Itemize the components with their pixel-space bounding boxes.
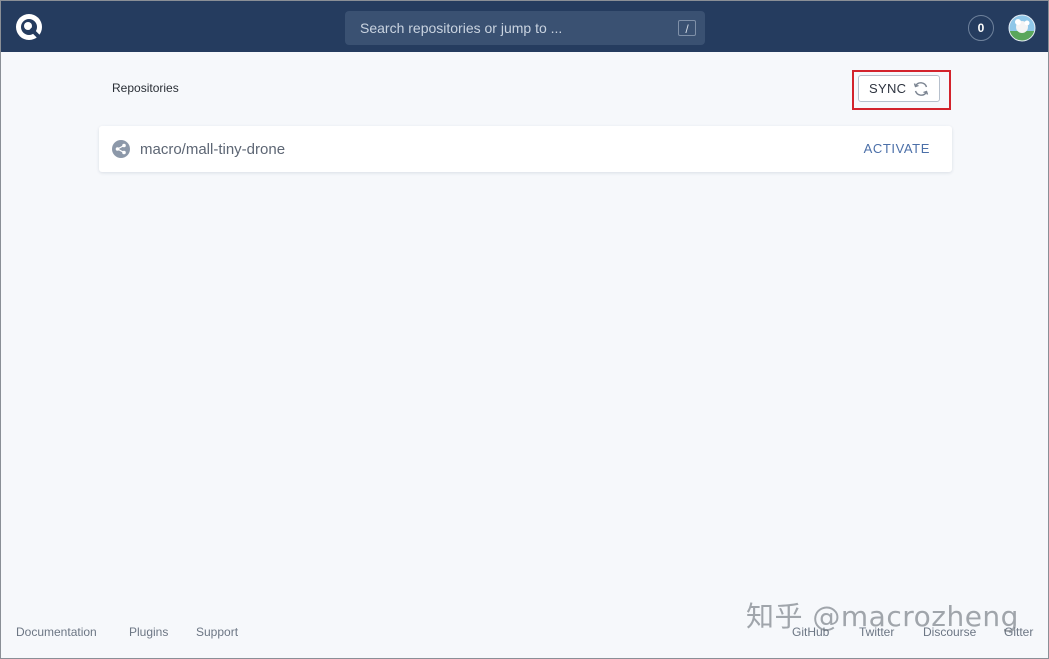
watermark-text: 知乎 @macrozheng <box>746 600 1019 633</box>
search-shortcut-key: / <box>678 20 696 36</box>
search-placeholder: Search repositories or jump to ... <box>360 20 563 36</box>
footer-link-documentation[interactable]: Documentation <box>16 625 97 639</box>
drone-logo-icon[interactable] <box>15 13 43 41</box>
user-avatar[interactable] <box>1008 14 1036 42</box>
refresh-icon <box>914 81 929 96</box>
top-navbar: Search repositories or jump to ... / 0 <box>1 1 1048 52</box>
activate-button[interactable]: ACTIVATE <box>864 141 930 156</box>
search-box[interactable]: Search repositories or jump to ... / <box>345 11 705 45</box>
share-icon <box>112 140 130 158</box>
notification-count-badge[interactable]: 0 <box>968 15 994 41</box>
footer-link-support[interactable]: Support <box>196 625 238 639</box>
repository-name[interactable]: macro/mall-tiny-drone <box>140 141 285 158</box>
sync-button-label: SYNC <box>869 81 907 96</box>
page-title: Repositories <box>112 81 179 95</box>
sync-button[interactable]: SYNC <box>858 75 940 102</box>
repository-list-item: macro/mall-tiny-drone ACTIVATE <box>99 126 952 172</box>
footer-link-plugins[interactable]: Plugins <box>129 625 168 639</box>
